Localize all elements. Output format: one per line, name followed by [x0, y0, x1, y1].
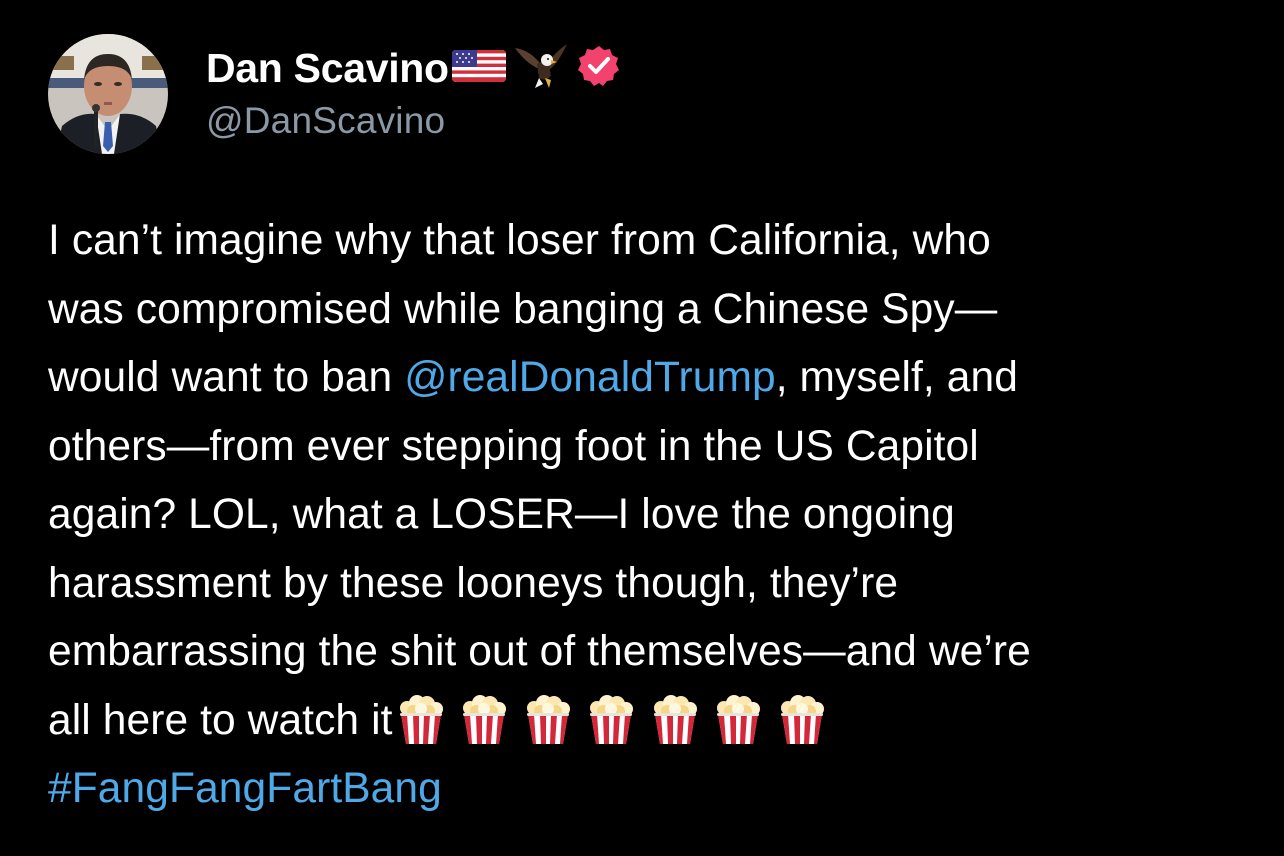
popcorn-icon: [649, 694, 701, 746]
name-row: Dan Scavino: [206, 38, 621, 98]
user-handle[interactable]: @DanScavino: [206, 100, 621, 142]
eagle-icon: [513, 40, 569, 97]
tweet-line: others—from ever stepping foot in the US…: [48, 422, 979, 470]
avatar-image: [48, 34, 168, 154]
tweet-line: again? LOL, what a LOSER—I love the ongo…: [48, 491, 955, 538]
popcorn-icon: [458, 694, 510, 746]
popcorn-emoji-row: [395, 694, 840, 768]
tweet-header: Dan Scavino @DanScavino: [48, 34, 621, 158]
user-identity: Dan Scavino @DanScavino: [206, 38, 621, 142]
popcorn-icon: [522, 694, 574, 746]
tweet-line: I can’t imagine why that loser from Cali…: [48, 217, 991, 264]
tweet-text: I can’t imagine why that loser from Cali…: [48, 207, 1248, 824]
popcorn-icon: [585, 694, 637, 746]
hashtag-link[interactable]: #FangFangFartBang: [48, 765, 442, 812]
verified-badge-icon: [577, 44, 621, 93]
avatar[interactable]: [48, 34, 168, 154]
mention-link[interactable]: @realDonaldTrump: [404, 354, 776, 401]
tweet-text-segment: all here to watch it: [48, 696, 393, 744]
tweet-text-segment: , myself, and: [775, 354, 1018, 401]
tweet-card: Dan Scavino @DanScavino I can’t imagine …: [0, 0, 1284, 856]
tweet-line: embarrassing the shit out of themselves—…: [48, 628, 1031, 675]
tweet-line: was compromised while banging a Chinese …: [48, 285, 998, 333]
tweet-line: would want to ban @realDonaldTrump, myse…: [48, 344, 1248, 413]
tweet-line: all here to watch it: [48, 687, 1248, 756]
display-name[interactable]: Dan Scavino: [206, 45, 449, 92]
tweet-line: harassment by these looneys though, they…: [48, 559, 899, 607]
tweet-text-segment: would want to ban: [48, 354, 405, 401]
popcorn-icon: [776, 694, 828, 746]
popcorn-icon: [712, 694, 764, 746]
flag-usa-icon: [451, 46, 507, 91]
popcorn-icon: [395, 694, 447, 746]
